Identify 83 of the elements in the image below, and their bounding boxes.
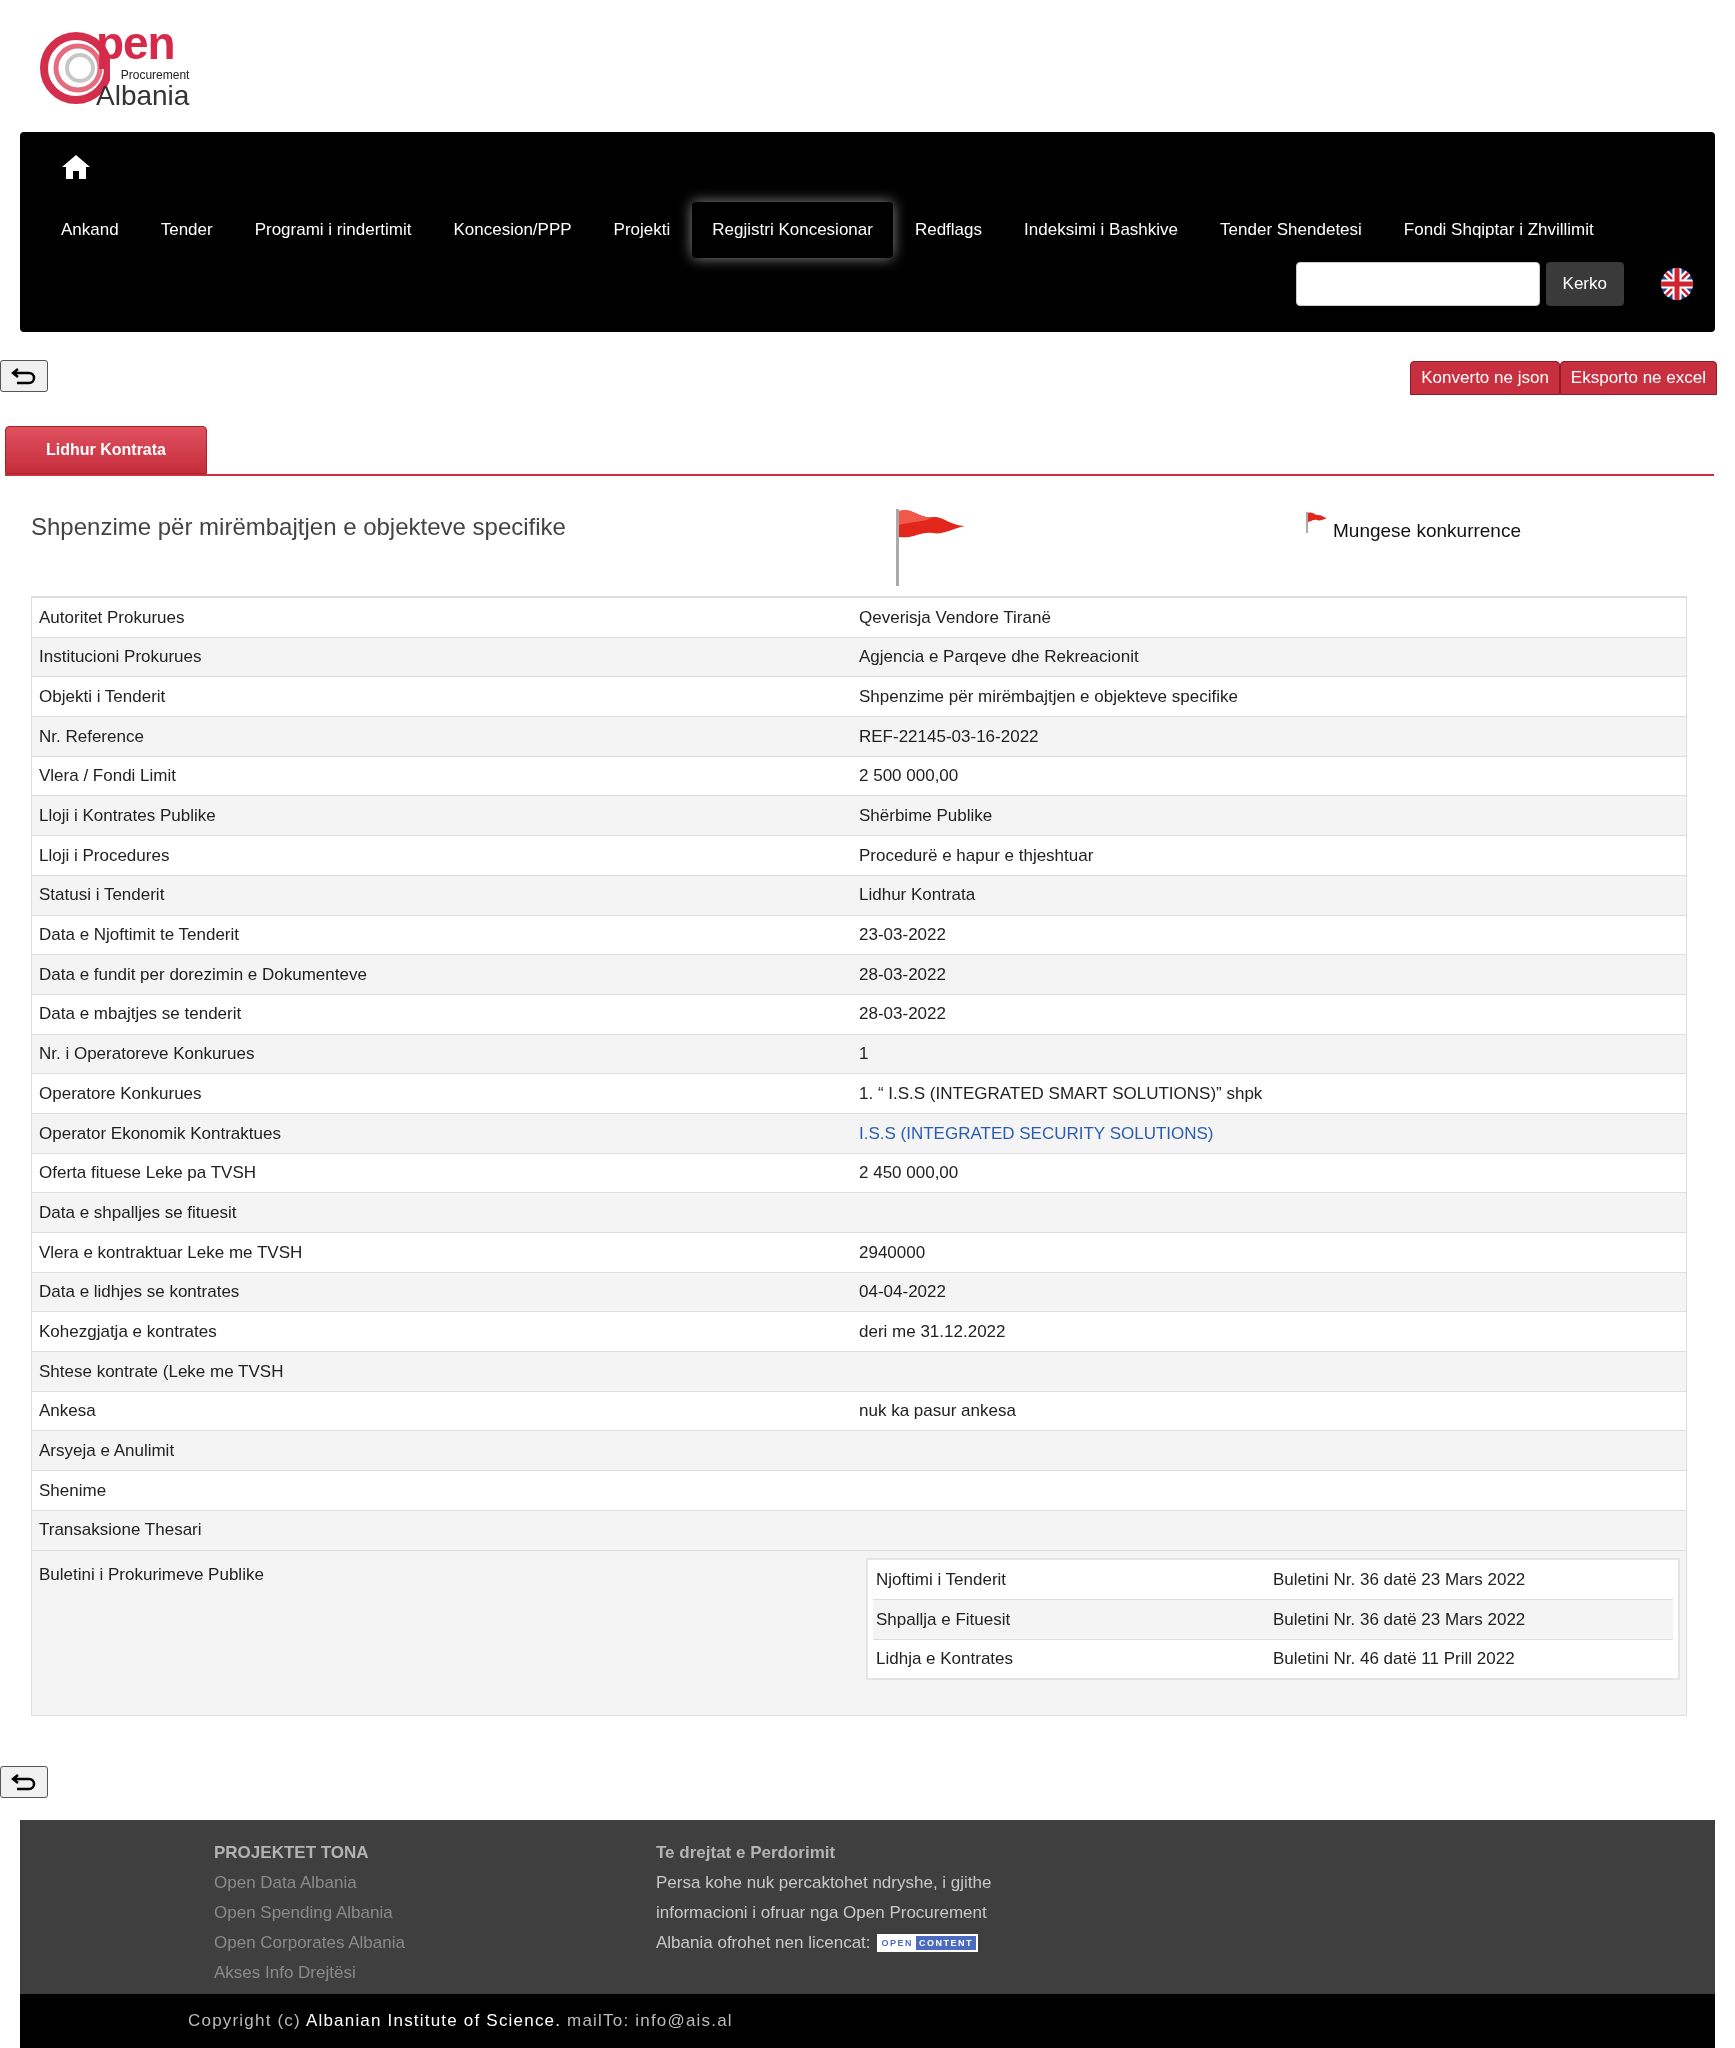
- detail-value: nuk ka pasur ankesa: [859, 1400, 1016, 1423]
- detail-label: Data e fundit per dorezimin e Dokumenteve: [38, 963, 368, 986]
- detail-value: Qeverisja Vendore Tiranë: [859, 606, 1051, 629]
- back-button[interactable]: [0, 1766, 48, 1798]
- detail-label: Buletini i Prokurimeve Publike: [38, 1563, 265, 1586]
- bulletin-issue: Buletini Nr. 36 datë 23 Mars 2022: [1273, 1608, 1526, 1631]
- detail-label: Autoritet Prokurues: [38, 606, 186, 629]
- bulletin-stage: Lidhja e Kontrates: [875, 1648, 1015, 1670]
- detail-value: deri me 31.12.2022: [859, 1320, 1006, 1343]
- nav-link[interactable]: Tender: [140, 202, 233, 258]
- detail-value: Agjencia e Parqeve dhe Rekreacionit: [859, 646, 1139, 669]
- undo-arrow-icon: [11, 1773, 37, 1791]
- nav-link[interactable]: Projekti: [593, 202, 691, 258]
- export-button[interactable]: Eksporto ne excel: [1559, 361, 1717, 395]
- bulletin-issue: Buletini Nr. 46 datë 11 Prill 2022: [1273, 1648, 1515, 1670]
- detail-label: Lloji i Procedures: [38, 844, 171, 867]
- detail-label: Vlera / Fondi Limit: [38, 765, 177, 788]
- nav-link[interactable]: Ankand: [41, 202, 139, 258]
- nav-link[interactable]: Redflags: [894, 202, 1003, 258]
- detail-label: Objekti i Tenderit: [38, 685, 167, 708]
- detail-label: Arsyeja e Anulimit: [38, 1440, 176, 1463]
- detail-label: Oferta fituese Leke pa TVSH: [38, 1162, 258, 1185]
- detail-value: REF-22145-03-16-2022: [859, 725, 1039, 748]
- detail-label: Shenime: [38, 1479, 108, 1502]
- undo-arrow-icon: [11, 367, 37, 385]
- bulletin-stage: Njoftimi i Tenderit: [875, 1568, 1008, 1591]
- detail-label: Data e lidhjes se kontrates: [38, 1281, 241, 1304]
- detail-value: 04-04-2022: [859, 1281, 946, 1304]
- license-text: informacioni i ofruar nga Open Procurement: [656, 1902, 988, 1924]
- small-flag-icon: [1305, 511, 1327, 533]
- search-button[interactable]: Kerko: [1545, 261, 1624, 306]
- nav-link[interactable]: Regjistri Koncesionar: [692, 202, 893, 258]
- copyright-text: Copyright (c) Albanian Institute of Science. mailTo: info@ais.al: [188, 2010, 734, 2032]
- open-content-badge[interactable]: OPEN CONTENT: [876, 1934, 979, 1952]
- bulletin-issue: Buletini Nr. 36 datë 23 Mars 2022: [1273, 1568, 1526, 1591]
- detail-value: 1: [859, 1043, 869, 1066]
- detail-value: 2 500 000,00: [859, 765, 959, 788]
- detail-label: Institucioni Prokurues: [38, 646, 203, 669]
- nav-link[interactable]: Fondi Shqiptar i Zhvillimit: [1383, 202, 1614, 258]
- nav-link[interactable]: Indeksimi i Bashkive: [1004, 202, 1199, 258]
- tender-title: Shpenzime për mirëmbajtjen e objekteve specifike: [31, 512, 567, 542]
- contractor-link[interactable]: I.S.S (INTEGRATED SECURITY SOLUTIONS): [859, 1120, 1214, 1147]
- detail-label: Lloji i Kontrates Publike: [38, 805, 217, 828]
- detail-label: Data e shpalljes se fituesit: [38, 1201, 238, 1224]
- home-icon[interactable]: [61, 154, 91, 180]
- export-button[interactable]: Konverto ne json: [1410, 361, 1560, 395]
- detail-value: 28-03-2022: [859, 963, 946, 986]
- logo-tagline: Procurement: [120, 68, 190, 82]
- detail-value: 1. “ I.S.S (INTEGRATED SMART SOLUTIONS)” shpk: [859, 1082, 1263, 1105]
- nav-link[interactable]: Koncesion/PPP: [433, 202, 592, 258]
- detail-label: Transaksione Thesari: [38, 1519, 203, 1542]
- detail-label: Data e Njoftimit te Tenderit: [38, 924, 240, 947]
- nav-link[interactable]: Programi i rindertimit: [234, 202, 432, 258]
- detail-label: Shtese kontrate (Leke me TVSH: [38, 1360, 285, 1383]
- detail-value: Lidhur Kontrata: [859, 884, 976, 907]
- flag-label: Mungese konkurrence: [1333, 519, 1521, 543]
- detail-label: Operatore Konkurues: [38, 1082, 203, 1105]
- back-button[interactable]: [0, 360, 48, 392]
- detail-label: Kohezgjatja e kontrates: [38, 1320, 218, 1343]
- detail-label: Nr. i Operatoreve Konkurues: [38, 1043, 256, 1066]
- detail-label: Nr. Reference: [38, 725, 145, 748]
- detail-value: 2 450 000,00: [859, 1162, 959, 1185]
- detail-label: Operator Ekonomik Kontraktues: [38, 1122, 282, 1145]
- bulletin-stage: Shpallja e Fituesit: [875, 1608, 1012, 1631]
- tab[interactable]: Lidhur Kontrata: [5, 426, 207, 474]
- detail-value: Shpenzime për mirëmbajtjen e objekteve specifike: [859, 685, 1238, 708]
- detail-value: 28-03-2022: [859, 1003, 946, 1026]
- license-text: Persa kohe nuk percaktohet ndryshe, i gjithe: [656, 1872, 992, 1894]
- license-text: Albania ofrohet nen licencat:: [656, 1932, 871, 1954]
- nav-link[interactable]: Tender Shendetesi: [1200, 202, 1382, 258]
- detail-label: Data e mbajtjes se tenderit: [38, 1003, 243, 1026]
- detail-value: 23-03-2022: [859, 924, 946, 947]
- detail-value: 2940000: [859, 1241, 926, 1264]
- detail-value: Shërbime Publike: [859, 805, 993, 828]
- footer-heading: Te drejtat e Perdorimit: [656, 1842, 837, 1864]
- search-field[interactable]: [1295, 261, 1540, 306]
- footer-heading: PROJEKTET TONA: [214, 1842, 370, 1864]
- logo-country: Albania: [96, 82, 190, 110]
- detail-label: Ankesa: [38, 1400, 97, 1423]
- uk-flag-icon[interactable]: [1660, 266, 1694, 301]
- detail-label: Statusi i Tenderit: [38, 884, 166, 907]
- detail-value: Procedurë e hapur e thjeshtuar: [859, 844, 1094, 867]
- detail-label: Vlera e kontraktuar Leke me TVSH: [38, 1241, 304, 1264]
